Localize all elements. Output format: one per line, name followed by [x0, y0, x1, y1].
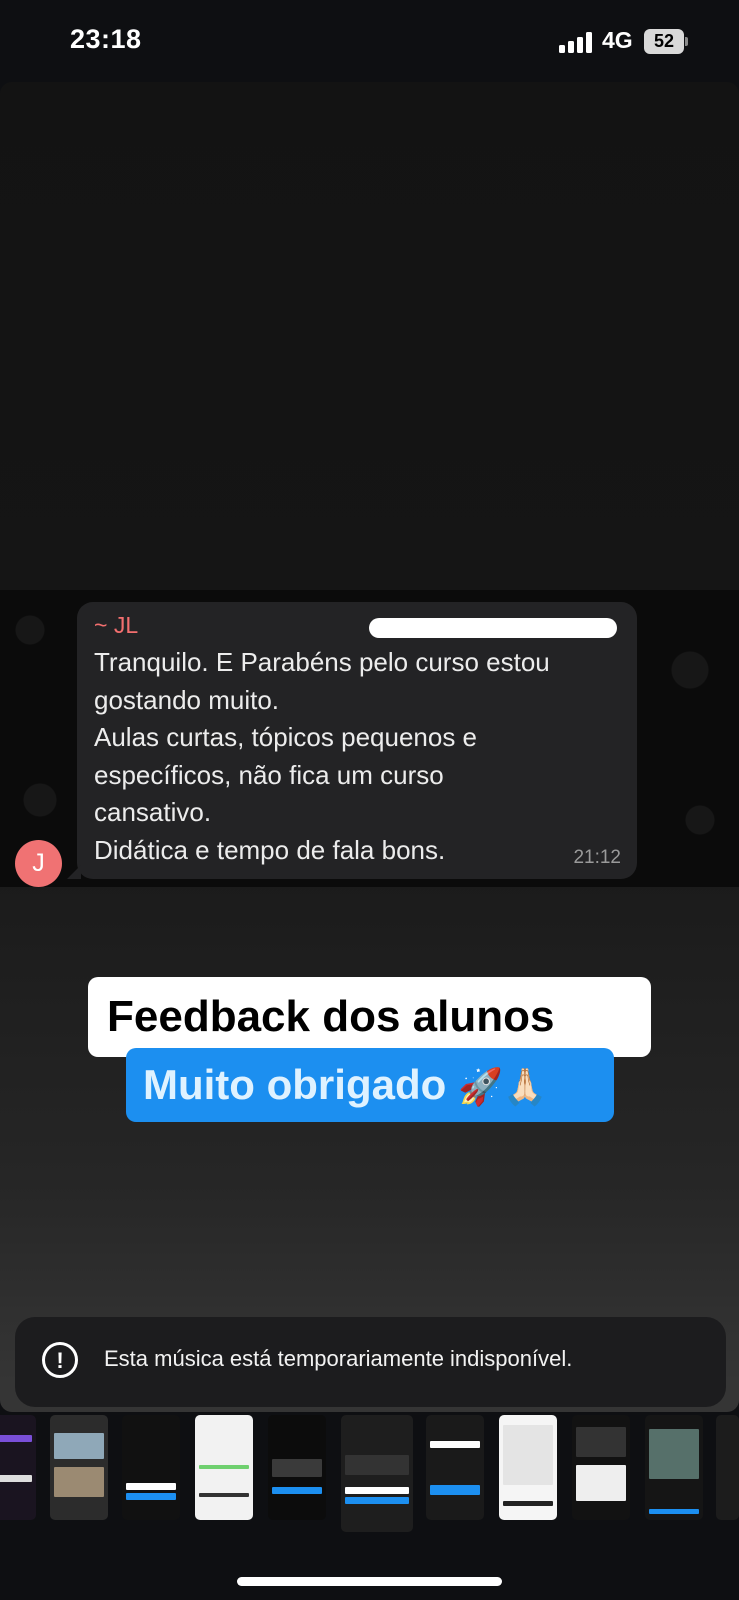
story-thumbnail[interactable]	[716, 1415, 739, 1520]
story-thumbnail[interactable]	[122, 1415, 180, 1520]
signal-icon	[559, 31, 593, 53]
message-sender: ~ JL	[94, 612, 139, 638]
message-line: específicos, não fica um curso	[94, 759, 444, 790]
story-thumbnail[interactable]	[195, 1415, 253, 1520]
message-line: Didática e tempo de fala bons.	[94, 834, 446, 865]
message-text: Tranquilo. E Parabéns pelo curso estou g…	[94, 644, 614, 869]
caption-title: Feedback dos alunos	[88, 977, 651, 1057]
network-type: 4G	[602, 27, 633, 53]
caption-subtitle-text: Muito obrigado	[143, 1061, 447, 1108]
toast-text: Esta música está temporariamente indispo…	[104, 1346, 573, 1371]
battery-icon: 52	[644, 29, 688, 54]
status-time: 23:18	[70, 24, 142, 54]
message-time: 21:12	[573, 847, 621, 868]
message-line: cansativo.	[94, 797, 212, 827]
story-thumbnail[interactable]	[499, 1415, 557, 1520]
redaction-mark	[369, 618, 617, 638]
avatar: J	[15, 840, 62, 887]
home-indicator[interactable]	[237, 1577, 502, 1586]
music-unavailable-toast[interactable]: ! Esta música está temporariamente indis…	[15, 1317, 726, 1407]
story-thumbnail[interactable]	[645, 1415, 703, 1520]
story-thumbnail-strip[interactable]	[0, 1415, 739, 1535]
story-thumbnail[interactable]	[0, 1415, 36, 1520]
story-thumbnail[interactable]	[50, 1415, 108, 1520]
message-line: gostando muito.	[94, 684, 280, 715]
message-bubble: ~ JL Tranquilo. E Parabéns pelo curso es…	[67, 602, 637, 879]
chat-screenshot: ~ JL Tranquilo. E Parabéns pelo curso es…	[0, 590, 739, 887]
caption-subtitle: Muito obrigado 🚀🙏🏻	[126, 1048, 614, 1122]
story-thumbnail[interactable]	[268, 1415, 326, 1520]
message-line: Tranquilo. E Parabéns pelo curso estou	[94, 647, 550, 677]
battery-level: 52	[644, 29, 684, 54]
story-viewer[interactable]: ~ JL Tranquilo. E Parabéns pelo curso es…	[0, 82, 739, 1412]
message-line: Aulas curtas, tópicos pequenos e	[94, 722, 478, 752]
story-thumbnail[interactable]	[426, 1415, 484, 1520]
rocket-pray-emoji: 🚀🙏🏻	[457, 1066, 548, 1107]
status-bar: 23:18 4G 52	[0, 0, 739, 82]
story-thumbnail[interactable]	[572, 1415, 630, 1520]
exclamation-circle-icon: !	[42, 1342, 78, 1378]
story-thumbnail-active[interactable]	[341, 1415, 413, 1532]
